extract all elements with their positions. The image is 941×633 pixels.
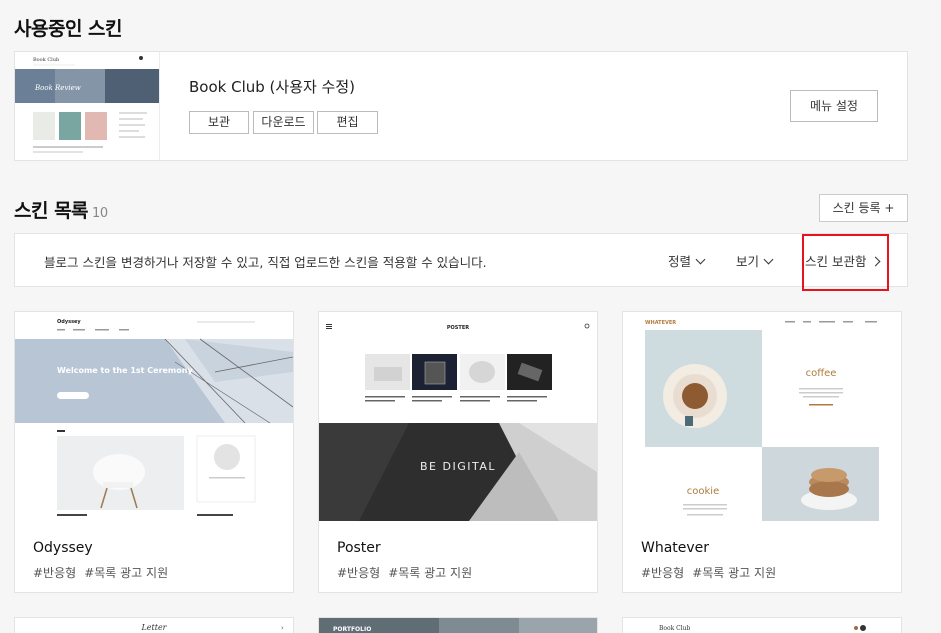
skin-list-title: 스킨 목록 10: [14, 196, 108, 223]
current-skin-name: Book Club (사용자 수정): [189, 78, 356, 96]
skin-card-whatever[interactable]: WHATEVER coffee cookie Whatever #반응형 #목록 …: [622, 311, 902, 593]
skin-name: Whatever: [641, 540, 710, 556]
skin-tag: #반응형: [33, 566, 77, 580]
skin-tags: #반응형 #목록 광고 지원: [641, 564, 784, 581]
skin-card-partial[interactable]: Book Club: [622, 617, 902, 633]
archive-button[interactable]: 보관: [189, 111, 249, 134]
thumb-banner: Book Review: [34, 84, 81, 92]
skin-list-title-text: 스킨 목록: [14, 200, 89, 222]
skin-tag: #목록 광고 지원: [692, 566, 777, 580]
partial-logo: Book Club: [659, 625, 691, 632]
view-dropdown[interactable]: 보기: [736, 251, 774, 270]
partial-logo: Letter: [140, 623, 167, 632]
thumb-logo: Book Club: [33, 57, 59, 63]
poster-logo: POSTER: [447, 325, 469, 331]
skin-card-poster[interactable]: POSTER BE DIGITAL Poster #반응형 #목록 광고 지원: [318, 311, 598, 593]
chevron-down-icon: [695, 254, 706, 265]
odyssey-logo: Odyssey: [57, 319, 81, 325]
skin-tag: #목록 광고 지원: [388, 566, 473, 580]
skin-card-partial[interactable]: Letter ›: [14, 617, 294, 633]
skin-card-odyssey[interactable]: Odyssey Welcome to the 1st Ceremony Odys…: [14, 311, 294, 593]
odyssey-hero: Welcome to the 1st Ceremony: [57, 366, 193, 375]
skin-thumbnail: Odyssey Welcome to the 1st Ceremony: [15, 312, 293, 521]
skin-tag: #목록 광고 지원: [84, 566, 169, 580]
skin-info-text: 블로그 스킨을 변경하거나 저장할 수 있고, 직접 업로드한 스킨을 적용할 …: [44, 255, 487, 270]
skin-thumbnail: WHATEVER coffee cookie: [623, 312, 901, 521]
sort-label: 정렬: [668, 254, 692, 269]
download-button[interactable]: 다운로드: [253, 111, 314, 134]
view-label: 보기: [736, 254, 760, 269]
current-skin-card: Book Club Book Review Book Club (사용자 수정)…: [14, 51, 908, 161]
skin-thumbnail: POSTER BE DIGITAL: [319, 312, 597, 521]
chevron-down-icon: [763, 254, 774, 265]
skin-tags: #반응형 #목록 광고 지원: [33, 564, 176, 581]
register-skin-button[interactable]: 스킨 등록 +: [819, 194, 908, 222]
poster-hero: BE DIGITAL: [420, 460, 496, 473]
skin-count: 10: [92, 206, 108, 221]
skin-tag: #반응형: [337, 566, 381, 580]
current-skin-title: 사용중인 스킨: [14, 18, 123, 40]
skin-name: Poster: [337, 540, 381, 556]
current-skin-thumbnail[interactable]: Book Club Book Review: [15, 52, 160, 160]
skin-tags: #반응형 #목록 광고 지원: [337, 564, 480, 581]
skin-name: Odyssey: [33, 540, 93, 556]
menu-settings-button[interactable]: 메뉴 설정: [790, 90, 878, 122]
skin-info-bar: 블로그 스킨을 변경하거나 저장할 수 있고, 직접 업로드한 스킨을 적용할 …: [14, 233, 908, 287]
edit-button[interactable]: 편집: [317, 111, 378, 134]
whatever-logo: WHATEVER: [645, 320, 676, 326]
skin-tag: #반응형: [641, 566, 685, 580]
whatever-hero-coffee: coffee: [806, 368, 837, 379]
sort-dropdown[interactable]: 정렬: [668, 251, 706, 270]
partial-logo: PORTFOLIO: [333, 626, 371, 633]
skin-card-partial[interactable]: PORTFOLIO: [318, 617, 598, 633]
svg-text:›: ›: [281, 624, 284, 632]
highlight-box: [802, 234, 889, 291]
whatever-hero-cookie: cookie: [687, 486, 719, 497]
